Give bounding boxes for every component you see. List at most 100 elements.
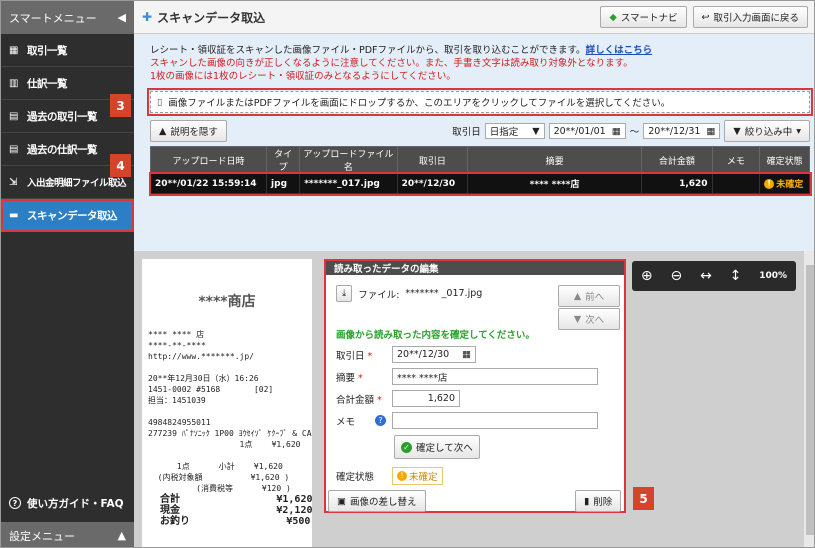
- date-to-input[interactable]: 20**/12/31 ▦: [643, 123, 721, 139]
- help-icon: ?: [9, 497, 21, 509]
- chevron-down-icon: ▼: [532, 125, 540, 137]
- smart-navi-label: スマートナビ: [620, 13, 678, 24]
- warning-icon: !: [397, 471, 407, 481]
- collapse-icon[interactable]: ◀: [118, 11, 126, 24]
- main-area: ✚ スキャンデータ取込 ◆ スマートナビ ↩ 取引入力画面に戻る レシート・領収証をス…: [110, 1, 814, 547]
- amount-row: 合計金額 * 1,620: [336, 390, 460, 407]
- edit-panel: 読み取ったデータの編集 ⤓ ファイル: ******* _017.jpg ▲ 前へ…: [324, 259, 626, 513]
- cell-summary: **** ****店: [467, 173, 643, 194]
- scrollbar-thumb[interactable]: [806, 265, 814, 535]
- date-to-value: 20**/12/31: [648, 125, 701, 137]
- import-icon: ⇲: [9, 176, 17, 188]
- next-button[interactable]: ▼ 次へ: [558, 308, 620, 330]
- column-header[interactable]: 合計金額: [641, 146, 713, 174]
- amount-input[interactable]: 1,620: [392, 390, 460, 407]
- memo-label: メモ?: [336, 414, 392, 428]
- chevron-up-icon: ▲: [159, 125, 167, 137]
- sidebar-header[interactable]: スマートメニュー ◀: [1, 1, 134, 34]
- download-button[interactable]: ⤓: [336, 285, 353, 302]
- confirm-next-button[interactable]: ✓ 確定して次へ: [394, 435, 480, 459]
- details-link[interactable]: 詳しくはこちら: [586, 45, 653, 56]
- sidebar-item-scan-import[interactable]: ▬ スキャンデータ取込: [1, 199, 134, 232]
- receipt-line: 現金 ¥2,120: [148, 505, 312, 516]
- calendar-icon[interactable]: ▦: [462, 349, 471, 360]
- cell-uploaded: 20**/01/22 15:59:14: [149, 173, 268, 194]
- column-header[interactable]: 摘要: [467, 146, 643, 174]
- edit-panel-title: 読み取ったデータの編集: [326, 261, 624, 275]
- sidebar-item-transactions[interactable]: ▦ 取引一覧: [1, 34, 134, 67]
- summary-label: 摘要 *: [336, 370, 392, 384]
- date-label: 取引日 *: [336, 348, 392, 362]
- column-header[interactable]: アップロード日時: [149, 146, 268, 174]
- column-header[interactable]: メモ: [711, 146, 761, 174]
- guide-faq-link[interactable]: ? 使い方ガイド・FAQ: [1, 489, 134, 517]
- return-icon: ↩: [701, 11, 710, 23]
- callout-3: 3: [110, 94, 131, 117]
- table-row[interactable]: 20**/01/22 15:59:14 jpg *******_017.jpg …: [148, 171, 812, 196]
- settings-menu[interactable]: 設定メニュー ▲: [1, 522, 134, 547]
- delete-button[interactable]: ▮ 削除: [575, 490, 622, 512]
- filter-button[interactable]: ▼ 絞り込み中 ▾: [724, 120, 810, 142]
- status-badge: ! 未確定: [764, 177, 803, 190]
- settings-menu-label: 設定メニュー: [9, 529, 75, 543]
- status-text: 未確定: [776, 180, 804, 190]
- column-header[interactable]: アップロードファイル名: [299, 146, 398, 174]
- chevron-down-icon: ▾: [796, 125, 801, 137]
- filter-label: 絞り込み中: [744, 127, 793, 138]
- calendar-icon[interactable]: ▦: [612, 126, 621, 137]
- fit-width-icon[interactable]: ↔: [700, 268, 712, 284]
- column-header[interactable]: 確定状態: [759, 146, 810, 174]
- prev-button[interactable]: ▲ 前へ: [558, 285, 620, 307]
- back-to-entry-button[interactable]: ↩ 取引入力画面に戻る: [692, 6, 808, 28]
- file-name: ******* _017.jpg: [405, 288, 483, 299]
- receipt-shop-name: ****商店: [198, 294, 256, 310]
- replace-image-button[interactable]: ▣ 画像の差し替え: [328, 490, 426, 512]
- confirm-next-label: 確定して次へ: [416, 443, 473, 454]
- summary-input[interactable]: **** ****店: [392, 368, 598, 385]
- sidebar-item-label: 入出金明細ファイル取込: [27, 178, 127, 189]
- memo-row: メモ?: [336, 412, 598, 429]
- date-mode-select[interactable]: 日指定 ▼: [484, 123, 545, 139]
- help-icon[interactable]: ?: [375, 415, 387, 426]
- file-drop-zone[interactable]: ▯ 画像ファイルまたはPDFファイルを画面にドロップするか、このエリアをクリックし…: [147, 88, 813, 116]
- drop-zone-text: 画像ファイルまたはPDFファイルを画面にドロップするか、このエリアをクリックして…: [168, 98, 671, 109]
- smart-navi-button[interactable]: ◆ スマートナビ: [600, 6, 687, 28]
- required-mark: *: [367, 350, 373, 362]
- prev-label: 前へ: [585, 292, 605, 303]
- warning-icon: !: [764, 178, 775, 189]
- receipt-line: 20**年12月30日（水）16:26: [148, 374, 259, 383]
- amount-label-text: 合計金額: [336, 394, 375, 406]
- date-filter-label: 取引日: [452, 127, 481, 138]
- zoom-in-icon[interactable]: ⊕: [641, 268, 653, 284]
- import-panel: レシート・領収証をスキャンした画像ファイル・PDFファイルから、取引を取り込むこ…: [134, 34, 814, 251]
- cell-amount: 1,620: [641, 173, 713, 194]
- date-label-text: 取引日: [336, 350, 365, 362]
- receipt-line: [148, 362, 306, 373]
- page-title-text: スキャンデータ取込: [157, 10, 266, 25]
- memo-input[interactable]: [392, 412, 598, 429]
- guide-label: 使い方ガイド・FAQ: [27, 497, 124, 510]
- upload-table: アップロード日時 タイプ アップロードファイル名 取引日 摘要 合計金額 メモ …: [148, 146, 812, 196]
- date-from-input[interactable]: 20**/01/01 ▦: [548, 123, 626, 139]
- review-panel: ****商店 **** **** 店 ****-**-**** http://www…: [134, 251, 814, 547]
- image-icon: ▣: [337, 495, 346, 507]
- zoom-out-icon[interactable]: ⊖: [671, 268, 683, 284]
- table-icon: ▦: [9, 44, 18, 56]
- status-value: 未確定: [409, 472, 438, 483]
- hide-description-button[interactable]: ▲ 説明を隠す: [150, 120, 227, 142]
- column-header[interactable]: 取引日: [396, 146, 469, 174]
- vertical-scrollbar[interactable]: [804, 251, 814, 547]
- column-header[interactable]: タイプ: [266, 146, 301, 174]
- cell-date: 20**/12/30: [396, 173, 469, 194]
- calendar-icon[interactable]: ▦: [706, 126, 715, 137]
- cell-filename: *******_017.jpg: [299, 173, 398, 194]
- receipt-line: [148, 406, 306, 417]
- image-toolbar: ⊕ ⊖ ↔ ↕ 100%: [632, 261, 796, 291]
- receipt-lines: **** **** 店 ****-**-**** http://www.******…: [148, 329, 312, 527]
- summary-row: 摘要 * **** ****店: [336, 368, 598, 385]
- sidebar-item-label: 仕訳一覧: [27, 77, 68, 90]
- topbar: ✚ スキャンデータ取込 ◆ スマートナビ ↩ 取引入力画面に戻る: [134, 1, 814, 34]
- date-input[interactable]: 20**/12/30 ▦: [392, 346, 476, 363]
- sidebar-item-label: スキャンデータ取込: [27, 209, 118, 222]
- fit-height-icon[interactable]: ↕: [730, 268, 742, 284]
